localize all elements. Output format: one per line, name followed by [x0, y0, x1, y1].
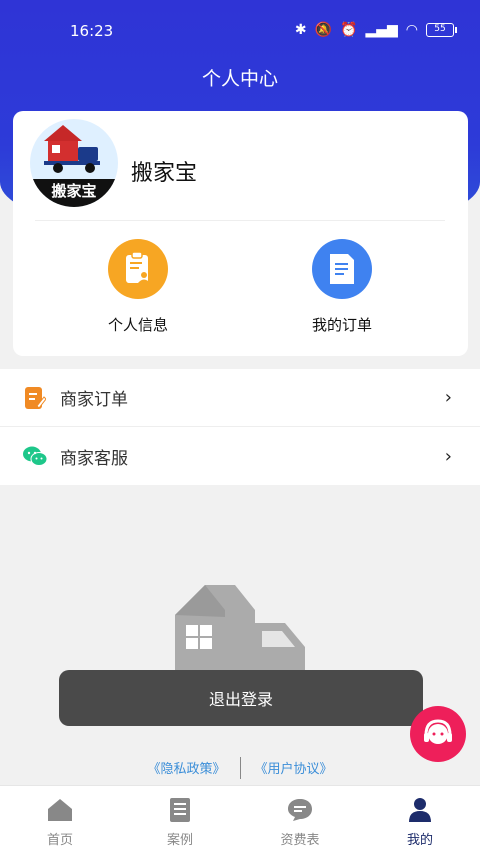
privacy-policy-link[interactable]: 《隐私政策》 — [133, 758, 239, 777]
tab-label: 首页 — [46, 833, 73, 848]
tab-label: 资费表 — [280, 833, 320, 848]
status-icons: ✱ 🔕 ⏰ ▂▄▆ ◠ 55 — [294, 22, 457, 38]
alarm-icon: ⏰ — [340, 22, 358, 38]
tab-home[interactable]: 首页 — [0, 786, 120, 853]
user-icon — [406, 796, 434, 824]
tab-label: 我的 — [406, 833, 433, 848]
avatar[interactable]: 搬家宝 — [30, 119, 118, 207]
chevron-right-icon: › — [444, 445, 452, 467]
tab-label: 案例 — [166, 833, 193, 848]
page-title: 个人中心 — [201, 68, 278, 90]
tab-cases[interactable]: 案例 — [120, 786, 240, 853]
mute-icon: 🔕 — [314, 22, 333, 38]
menu-list: 商家订单 › 商家客服 › — [0, 369, 480, 485]
profile-card: 搬家宝 搬家宝 个人信息 我的订单 — [13, 111, 468, 356]
chevron-right-icon: › — [444, 387, 452, 408]
user-agreement-link[interactable]: 《用户协议》 — [241, 758, 347, 777]
status-time: 16:23 — [70, 22, 114, 40]
truck-logo-icon — [44, 125, 100, 173]
menu-label: 商家客服 — [60, 448, 128, 469]
order-icon — [312, 239, 372, 299]
tab-price-list[interactable]: 资费表 — [240, 786, 360, 853]
moving-truck-illustration — [175, 585, 305, 670]
signal-icon: ▂▄▆ — [365, 22, 398, 38]
shortcut-label: 个人信息 — [107, 316, 168, 334]
tab-mine[interactable]: 我的 — [360, 786, 480, 853]
shortcut-label: 我的订单 — [311, 316, 372, 334]
battery-icon: 55 — [426, 23, 457, 37]
price-icon — [286, 796, 314, 824]
bottom-tab-bar: 首页 案例 资费表 我的 — [0, 785, 480, 853]
legal-links: 《隐私政策》 《用户协议》 — [0, 756, 480, 779]
menu-item-merchant-orders[interactable]: 商家订单 › — [0, 369, 480, 427]
bluetooth-icon: ✱ — [294, 22, 307, 38]
shortcut-my-orders[interactable]: 我的订单 — [282, 239, 402, 335]
customer-support-button[interactable] — [410, 706, 466, 762]
home-icon — [46, 796, 74, 824]
person-info-icon — [108, 239, 168, 299]
menu-item-merchant-service[interactable]: 商家客服 › — [0, 427, 480, 485]
headset-icon — [424, 719, 452, 744]
cases-icon — [166, 796, 194, 824]
edit-note-icon — [22, 385, 48, 411]
menu-label: 商家订单 — [60, 390, 128, 410]
status-bar: 16:23 ✱ 🔕 ⏰ ▂▄▆ ◠ 55 — [0, 0, 480, 62]
avatar-logo-text: 搬家宝 — [30, 179, 118, 207]
shortcut-personal-info[interactable]: 个人信息 — [78, 239, 198, 335]
logout-button[interactable]: 退出登录 — [59, 670, 423, 726]
wechat-icon — [22, 443, 48, 469]
username: 搬家宝 — [131, 161, 198, 186]
wifi-icon: ◠ — [405, 22, 418, 38]
card-divider — [35, 220, 445, 221]
